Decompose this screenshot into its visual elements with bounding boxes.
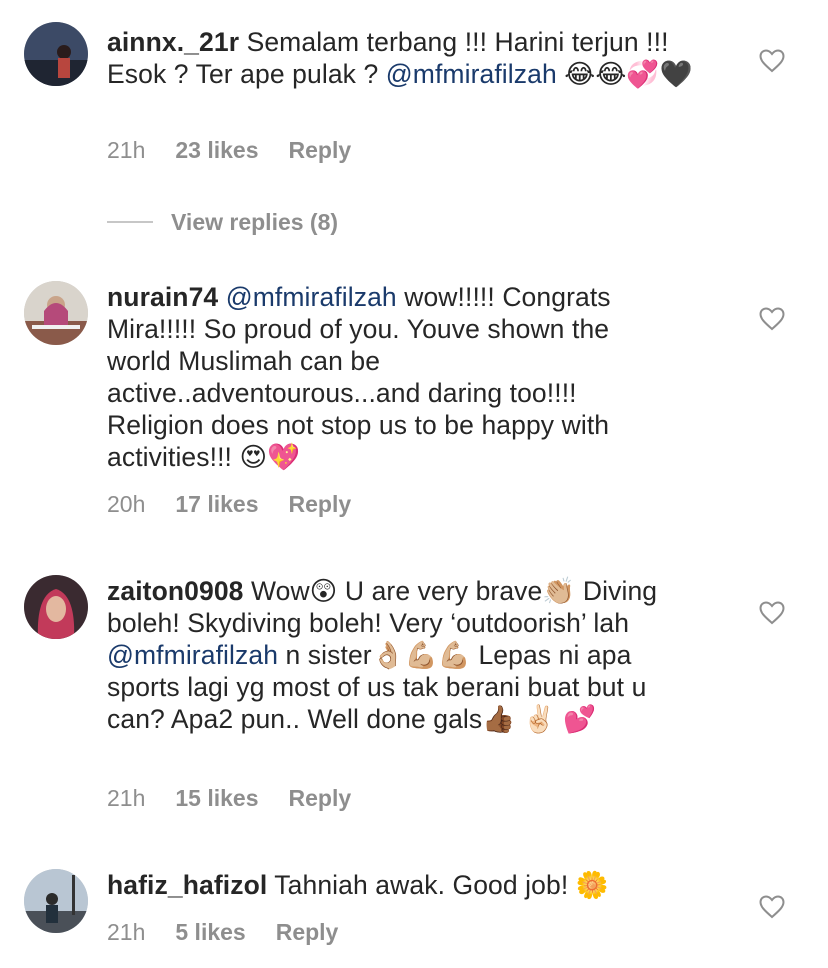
comment-time: 21h [107, 137, 146, 163]
reply-button[interactable]: Reply [289, 491, 352, 517]
heart-outline-icon[interactable] [759, 895, 785, 919]
avatar[interactable] [24, 575, 88, 639]
comment-likes[interactable]: 23 likes [175, 137, 258, 163]
comment-text: nurain74 @mfmirafilzah wow!!!!! Congrats… [107, 281, 667, 473]
comment-time: 21h [107, 785, 146, 811]
comment-meta: 21h 5 likes Reply [107, 918, 368, 946]
comment-likes[interactable]: 5 likes [175, 919, 245, 945]
reply-button[interactable]: Reply [289, 785, 352, 811]
mention-link[interactable]: @mfmirafilzah [107, 640, 278, 670]
comment-username[interactable]: ainnx._21r [107, 27, 239, 57]
comment-likes[interactable]: 15 likes [175, 785, 258, 811]
heart-outline-icon[interactable] [759, 307, 785, 331]
comment-meta: 21h 15 likes Reply [107, 784, 381, 812]
avatar[interactable] [24, 869, 88, 933]
comment-username[interactable]: hafiz_hafizol [107, 870, 267, 900]
comment-text-part [218, 282, 225, 312]
comment-meta: 20h 17 likes Reply [107, 490, 381, 518]
comment-text: hafiz_hafizol Tahniah awak. Good job! 🌼 [107, 869, 727, 901]
comment-username[interactable]: nurain74 [107, 282, 218, 312]
comment-text-part: Tahniah awak. Good job! 🌼 [267, 870, 609, 900]
mention-link[interactable]: @mfmirafilzah [386, 59, 557, 89]
avatar[interactable] [24, 281, 88, 345]
comment-meta: 21h 23 likes Reply [107, 136, 381, 164]
comment-time: 21h [107, 919, 146, 945]
comment-time: 20h [107, 491, 146, 517]
avatar[interactable] [24, 22, 88, 86]
mention-link[interactable]: @mfmirafilzah [226, 282, 397, 312]
reply-button[interactable]: Reply [276, 919, 339, 945]
view-replies-divider [107, 221, 153, 223]
heart-outline-icon[interactable] [759, 49, 785, 73]
comment-text-part: 😂😂💞🖤 [556, 59, 693, 89]
view-replies-button[interactable]: View replies (8) [171, 207, 338, 237]
comment-text: ainnx._21r Semalam terbang !!! Harini te… [107, 26, 727, 90]
comment-likes[interactable]: 17 likes [175, 491, 258, 517]
comment-username[interactable]: zaiton0908 [107, 576, 244, 606]
comment-text: zaiton0908 Wow😲 U are very brave👏🏼 Divin… [107, 575, 707, 735]
reply-button[interactable]: Reply [289, 137, 352, 163]
heart-outline-icon[interactable] [759, 601, 785, 625]
